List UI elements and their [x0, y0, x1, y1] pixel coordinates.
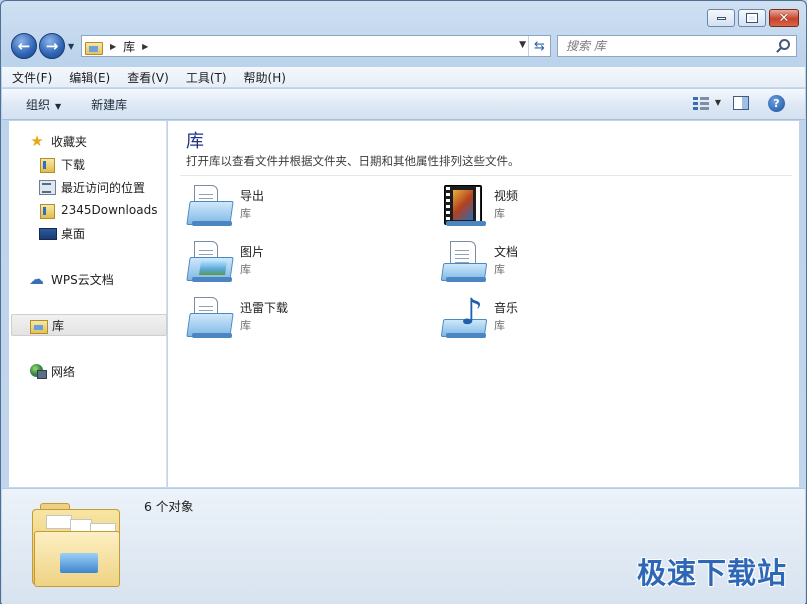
sidebar-item-desktop[interactable]: 桌面	[9, 222, 167, 244]
video-library-icon	[440, 183, 488, 229]
sidebar-item-label: 桌面	[61, 226, 86, 241]
sidebar-item-network[interactable]: 网络	[9, 360, 167, 382]
page-description: 打开库以查看文件并根据文件夹、日期和其他属性排列这些文件。	[186, 154, 520, 168]
library-item-thunder-downloads[interactable]: 迅雷下载 库	[186, 295, 426, 345]
explorer-window: ✕ ← → ▼ ▶ 库 ▶ ▼ ⇆ 文件(F) 编辑(E) 查看(V) 工具(T…	[0, 0, 807, 604]
new-library-button[interactable]: 新建库	[91, 96, 127, 113]
library-item-export[interactable]: 导出 库	[186, 183, 426, 233]
menu-tools[interactable]: 工具(T)	[186, 69, 227, 86]
title-bar: ✕	[1, 1, 806, 31]
desktop-icon	[39, 225, 57, 241]
menu-help[interactable]: 帮助(H)	[244, 69, 286, 86]
recent-places-icon	[39, 179, 56, 195]
chevron-down-icon: ▼	[55, 101, 62, 111]
library-type: 库	[494, 319, 505, 332]
libraries-folder-icon	[85, 39, 103, 55]
close-button[interactable]: ✕	[769, 9, 799, 27]
search-input[interactable]	[566, 37, 776, 55]
library-name: 文档	[494, 245, 519, 259]
maximize-icon	[746, 13, 758, 23]
library-name: 音乐	[494, 301, 519, 315]
sidebar-item-favorites[interactable]: ★ 收藏夹	[9, 130, 167, 152]
sidebar-item-label: 最近访问的位置	[61, 180, 146, 195]
sidebar-item-2345downloads[interactable]: 2345Downloads	[9, 199, 167, 221]
command-bar: 组织 ▼ 新建库 ▼ ?	[2, 89, 805, 120]
minimize-button[interactable]	[707, 9, 735, 27]
close-icon: ✕	[778, 10, 790, 26]
library-name: 迅雷下载	[240, 301, 289, 315]
arrow-right-icon: →	[45, 37, 59, 55]
breadcrumb-separator-icon[interactable]: ▶	[110, 42, 116, 51]
breadcrumb-libraries[interactable]: 库	[123, 38, 135, 55]
document-library-icon	[186, 183, 234, 229]
music-library-icon: ♪	[440, 295, 488, 341]
library-item-documents[interactable]: 文档 库	[440, 239, 680, 289]
sidebar-item-label: 下载	[61, 157, 86, 172]
sidebar-item-label: WPS云文档	[51, 272, 114, 287]
cloud-icon: ☁	[29, 270, 44, 288]
breadcrumb-separator-icon[interactable]: ▶	[142, 42, 148, 51]
organize-button[interactable]: 组织 ▼	[26, 96, 61, 113]
sidebar-item-label: 网络	[51, 364, 76, 379]
network-icon	[29, 363, 47, 379]
navigation-row: ← → ▼ ▶ 库 ▶ ▼ ⇆	[9, 33, 799, 61]
sidebar-item-libraries[interactable]: 库	[11, 314, 167, 336]
downloads-folder-icon	[39, 156, 55, 173]
library-type: 库	[240, 263, 251, 276]
library-item-music[interactable]: ♪ 音乐 库	[440, 295, 680, 345]
search-box	[557, 35, 797, 57]
recent-pages-dropdown[interactable]: ▼	[68, 42, 74, 51]
libraries-large-icon	[30, 501, 124, 591]
organize-label: 组织	[26, 97, 51, 112]
sidebar-item-downloads[interactable]: 下载	[9, 153, 167, 175]
library-type: 库	[494, 263, 505, 276]
address-dropdown-icon[interactable]: ▼	[519, 40, 526, 50]
back-button[interactable]: ←	[11, 33, 37, 59]
sidebar-item-label: 收藏夹	[51, 134, 88, 149]
sidebar-item-wps-cloud[interactable]: ☁ WPS云文档	[9, 268, 167, 290]
library-item-pictures[interactable]: 图片 库	[186, 239, 426, 289]
window-controls: ✕	[707, 9, 799, 27]
menu-view[interactable]: 查看(V)	[127, 69, 169, 86]
menu-file[interactable]: 文件(F)	[12, 69, 52, 86]
item-count: 6 个对象	[144, 499, 194, 514]
preview-pane-icon[interactable]	[733, 96, 749, 110]
menu-bar: 文件(F) 编辑(E) 查看(V) 工具(T) 帮助(H)	[2, 67, 805, 88]
library-item-videos[interactable]: 视频 库	[440, 183, 680, 233]
sidebar-item-label: 2345Downloads	[61, 203, 158, 217]
sidebar-item-label: 库	[52, 318, 65, 333]
details-pane: 6 个对象 极速下载站	[2, 488, 805, 604]
page-title: 库	[186, 131, 204, 152]
forward-button[interactable]: →	[39, 33, 65, 59]
menu-edit[interactable]: 编辑(E)	[69, 69, 110, 86]
refresh-button[interactable]: ⇆	[528, 36, 550, 56]
arrow-left-icon: ←	[17, 37, 31, 55]
star-icon: ★	[30, 132, 44, 150]
refresh-icon: ⇆	[534, 38, 545, 54]
libraries-content: 库 打开库以查看文件并根据文件夹、日期和其他属性排列这些文件。 导出 库 视频 …	[168, 121, 799, 487]
watermark-logo: 极速下载站	[636, 556, 787, 590]
library-name: 导出	[240, 189, 265, 203]
view-options-dropdown-icon[interactable]: ▼	[715, 98, 721, 107]
library-type: 库	[240, 207, 251, 220]
library-name: 视频	[494, 189, 519, 203]
document-library-icon	[186, 295, 234, 341]
maximize-button[interactable]	[738, 9, 766, 27]
library-type: 库	[494, 207, 505, 220]
documents-library-icon	[440, 239, 488, 285]
search-icon[interactable]	[779, 39, 790, 50]
change-view-icon[interactable]	[693, 97, 709, 111]
sidebar-item-recent-places[interactable]: 最近访问的位置	[9, 176, 167, 198]
libraries-icon	[30, 317, 48, 334]
pictures-library-icon	[186, 239, 234, 285]
address-bar[interactable]: ▶ 库 ▶ ▼ ⇆	[81, 35, 551, 57]
library-name: 图片	[240, 245, 265, 259]
library-type: 库	[240, 319, 251, 332]
folder-icon	[39, 202, 55, 219]
help-icon[interactable]: ?	[768, 95, 785, 112]
divider	[180, 175, 792, 176]
navigation-pane: ★ 收藏夹 下载 最近访问的位置 2345Downloads 桌面 ☁ WPS云…	[9, 121, 167, 487]
minimize-icon	[716, 16, 726, 20]
